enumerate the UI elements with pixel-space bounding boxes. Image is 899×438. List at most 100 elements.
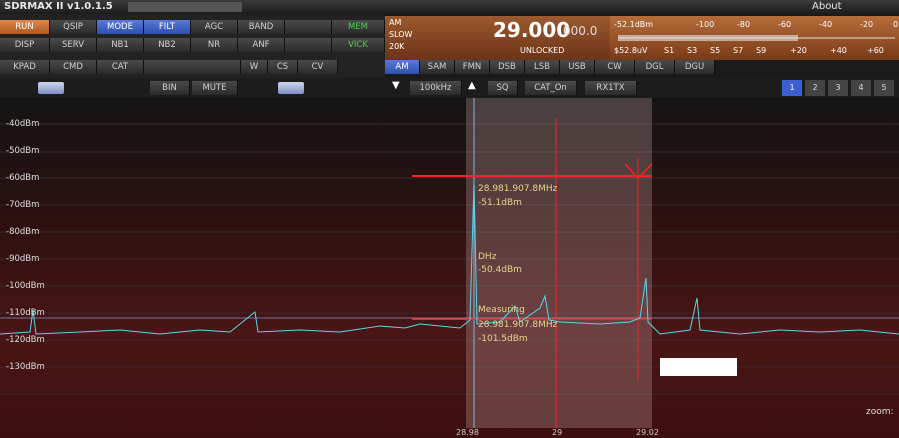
nb2-button[interactable]: NB2	[144, 38, 191, 52]
lock-status: UNLOCKED	[520, 46, 565, 55]
mode-lsb[interactable]: LSB	[525, 60, 560, 74]
run-button[interactable]: RUN	[0, 20, 50, 34]
s-unit-2: S3	[687, 46, 698, 55]
mode-am[interactable]: AM	[385, 60, 420, 74]
db-label-120: -120dBm	[6, 335, 45, 345]
spectrum-svg	[0, 98, 899, 428]
w-button[interactable]: W	[241, 60, 268, 74]
step-up-icon[interactable]: ▲	[468, 80, 476, 91]
mode-usb[interactable]: USB	[560, 60, 595, 74]
blank-button-1[interactable]	[285, 20, 332, 34]
nb1-button[interactable]: NB1	[97, 38, 144, 52]
toolbar-area: RUN QSIP MODE FILT AGC BAND MEM DISP SER…	[0, 14, 385, 78]
cat-on-button[interactable]: CAT_On	[525, 81, 577, 95]
s-unit-1: S1	[664, 46, 675, 55]
mem-button[interactable]: MEM	[332, 20, 385, 34]
step-down-icon[interactable]: ▼	[392, 80, 400, 91]
db-label-90: -90dBm	[6, 254, 40, 264]
mode-cw[interactable]: CW	[595, 60, 635, 74]
marker1-freq: 28.981.907.8MHz	[478, 184, 558, 194]
s-unit-4: S7	[733, 46, 744, 55]
mute-button[interactable]: MUTE	[192, 81, 238, 95]
mode-dsb[interactable]: DSB	[490, 60, 525, 74]
disp-button[interactable]: DISP	[0, 38, 50, 52]
control-row: BIN MUTE ▼ 100kHz ▲ SQ CAT_On RX1TX	[0, 78, 899, 98]
freq-tick-2: 29	[552, 428, 563, 437]
title-info-box	[128, 2, 242, 12]
s-meter: -52.1dBm $52.8uV -100 -80 -60 -40 -20 0 …	[610, 16, 899, 60]
smeter-scale	[618, 35, 895, 41]
about-link[interactable]: About	[812, 0, 842, 14]
frequency-display: AM SLOW 20K 29.000 000.0 UNLOCKED	[385, 16, 610, 60]
bin-button[interactable]: BIN	[150, 81, 190, 95]
bandwidth-label: 20K	[389, 42, 405, 51]
info-box	[660, 358, 737, 376]
smeter-dbm: -52.1dBm	[614, 20, 654, 29]
db-label-80: -80dBm	[6, 227, 40, 237]
s-unit-3: S5	[710, 46, 721, 55]
scale-tick-3: -60	[778, 20, 792, 29]
mode-label: AM	[389, 18, 402, 27]
db-label-110: -110dBm	[6, 308, 45, 318]
sq-button[interactable]: SQ	[488, 81, 518, 95]
scale-tick-6: 0	[893, 20, 899, 29]
title-bar: SDRMAX II v1.0.1.5 About	[0, 0, 899, 14]
page-tab-5[interactable]: 5	[874, 80, 894, 96]
cat-button[interactable]: CAT	[97, 60, 144, 74]
scale-tick-2: -80	[737, 20, 751, 29]
vick-button[interactable]: VICK	[332, 38, 385, 52]
db-label-130: -130dBm	[6, 362, 45, 372]
s-unit-8: +60	[867, 46, 884, 55]
step-selector[interactable]: 100kHz	[410, 81, 462, 95]
marker2-level: -50.4dBm	[478, 265, 522, 275]
mode-sam[interactable]: SAM	[420, 60, 455, 74]
page-tab-4[interactable]: 4	[851, 80, 871, 96]
db-label-50: -50dBm	[6, 146, 40, 156]
mode-fmn[interactable]: FMN	[455, 60, 490, 74]
db-label-100: -100dBm	[6, 281, 45, 291]
anf-button[interactable]: ANF	[238, 38, 285, 52]
app-title: SDRMAX II v1.0.1.5	[4, 1, 113, 12]
main-frequency[interactable]: 29.000	[493, 18, 570, 42]
marker3-level: -101.5dBm	[478, 334, 528, 344]
scale-tick-4: -40	[819, 20, 833, 29]
scale-tick-1: -100	[696, 20, 715, 29]
page-tab-2[interactable]: 2	[805, 80, 825, 96]
spectrum-display[interactable]: -40dBm -50dBm -60dBm -70dBm -80dBm -90dB…	[0, 98, 899, 438]
filt-button[interactable]: FILT	[144, 20, 191, 34]
freq-tick-1: 28.98	[456, 428, 479, 437]
marker1-level: -51.1dBm	[478, 198, 522, 208]
freq-tick-3: 29.02	[636, 428, 659, 437]
mode-dgl[interactable]: DGL	[635, 60, 675, 74]
s-unit-5: S9	[756, 46, 767, 55]
page-tab-3[interactable]: 3	[828, 80, 848, 96]
db-label-70: -70dBm	[6, 200, 40, 210]
rxtx-button[interactable]: RX1TX	[585, 81, 637, 95]
blank-button-2[interactable]	[285, 38, 332, 52]
blank-button-3[interactable]	[144, 60, 241, 74]
cv-button[interactable]: CV	[298, 60, 338, 74]
nr-button[interactable]: NR	[191, 38, 238, 52]
agc-button[interactable]: AGC	[191, 20, 238, 34]
marker3-freq: 28.981.907.8MHz	[478, 320, 558, 330]
cs-button[interactable]: CS	[268, 60, 298, 74]
mode-button[interactable]: MODE	[97, 20, 144, 34]
qsip-button[interactable]: QSIP	[50, 20, 97, 34]
kpad-button[interactable]: KPAD	[0, 60, 50, 74]
filter-passband[interactable]	[466, 98, 652, 428]
db-label-60: -60dBm	[6, 173, 40, 183]
serv-button[interactable]: SERV	[50, 38, 97, 52]
volume-slider[interactable]	[38, 82, 64, 94]
mode-dgu[interactable]: DGU	[675, 60, 715, 74]
cmd-button[interactable]: CMD	[50, 60, 97, 74]
sdr-app-window: SDRMAX II v1.0.1.5 About RUN QSIP MODE F…	[0, 0, 899, 438]
sub-frequency: 000.0	[563, 24, 598, 38]
s-unit-7: +40	[830, 46, 847, 55]
band-button[interactable]: BAND	[238, 20, 285, 34]
zoom-label[interactable]: zoom:	[866, 407, 894, 417]
page-tab-1[interactable]: 1	[782, 80, 802, 96]
squelch-slider[interactable]	[278, 82, 304, 94]
db-label-40: -40dBm	[6, 119, 40, 129]
agc-label: SLOW	[389, 30, 413, 39]
smeter-uv: $52.8uV	[614, 46, 648, 55]
